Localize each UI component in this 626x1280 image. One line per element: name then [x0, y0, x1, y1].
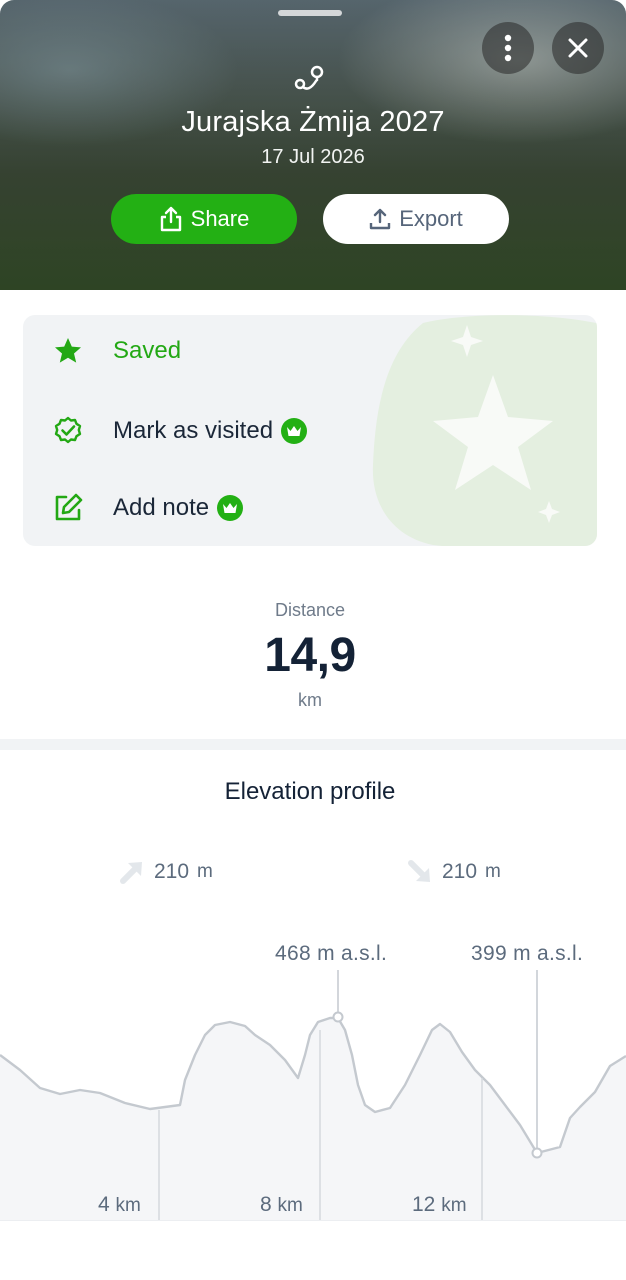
elevation-area — [0, 1018, 626, 1222]
sheet-grabber[interactable] — [278, 10, 342, 16]
star-decoration — [372, 315, 597, 546]
share-button[interactable]: Share — [111, 194, 297, 244]
km-marker-value: 8 — [260, 1193, 272, 1216]
elevation-profile-title: Elevation profile — [224, 778, 396, 805]
ascent-unit: m — [197, 861, 213, 882]
km-marker-value: 4 — [98, 1193, 110, 1216]
add-note-label: Add note — [113, 494, 210, 521]
elevation-chart[interactable] — [0, 960, 626, 1222]
km-marker-unit: km — [277, 1195, 303, 1216]
share-icon — [160, 206, 181, 232]
crown-icon — [217, 495, 244, 521]
star-icon — [51, 334, 85, 368]
route-title: Jurajska Żmija 2027 — [181, 106, 445, 138]
descent-value: 210 — [442, 860, 478, 883]
total-descent: 210 m — [406, 858, 501, 886]
close-icon — [568, 38, 588, 58]
km-marker-unit: km — [441, 1195, 467, 1216]
export-button-label: Export — [399, 206, 463, 231]
total-ascent: 210 m — [118, 858, 213, 886]
check-badge-icon — [51, 414, 85, 448]
distance-unit: km — [298, 690, 322, 710]
share-button-label: Share — [190, 206, 250, 231]
section-divider — [0, 739, 626, 750]
arrow-down-right-icon — [408, 860, 430, 882]
route-date: 17 Jul 2026 — [261, 146, 365, 168]
mark-as-visited-label: Mark as visited — [113, 417, 274, 444]
km-marker-4: 4 km — [98, 1193, 141, 1217]
route-icon — [294, 65, 324, 90]
distance-label: Distance — [274, 600, 346, 620]
more-options-button[interactable] — [482, 22, 534, 74]
ascent-value: 210 — [154, 860, 190, 883]
edit-note-icon — [51, 491, 85, 525]
km-marker-unit: km — [115, 1195, 141, 1216]
export-button[interactable]: Export — [323, 194, 509, 244]
more-vertical-icon — [504, 34, 512, 62]
upload-icon — [370, 208, 391, 230]
distance-value: 14,9 — [264, 629, 356, 682]
km-marker-8: 8 km — [260, 1193, 303, 1217]
km-marker-value: 12 — [412, 1193, 436, 1216]
close-button[interactable] — [552, 22, 604, 74]
km-marker-12: 12 km — [412, 1193, 467, 1217]
route-header: Jurajska Żmija 2027 17 Jul 2026 Share Ex… — [0, 0, 626, 290]
descent-unit: m — [485, 861, 501, 882]
crown-icon — [281, 418, 308, 444]
min-elevation-point — [531, 1147, 543, 1159]
saved-label: Saved — [113, 337, 182, 364]
arrow-up-right-icon — [120, 862, 142, 884]
bottom-area — [0, 1220, 626, 1280]
saved-actions-card: Saved Mark as visited Add note — [23, 315, 597, 546]
max-elevation-point — [332, 1011, 344, 1023]
